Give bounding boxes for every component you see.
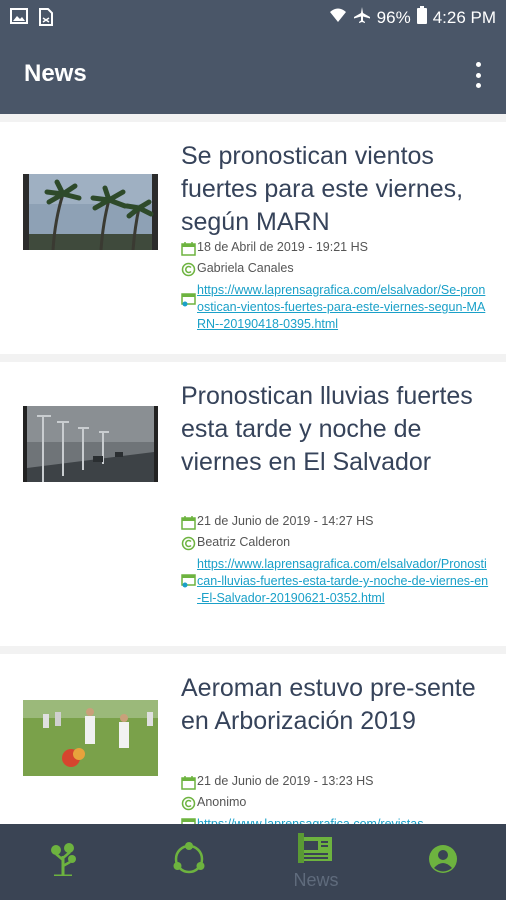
nav-item-account[interactable] — [380, 824, 506, 900]
cycle-icon — [171, 841, 207, 881]
news-date: 21 de Junio de 2019 - 14:27 HS — [197, 514, 374, 528]
web-link-icon — [181, 817, 196, 824]
nav-item-news[interactable]: News — [253, 824, 379, 900]
web-link-icon — [181, 292, 196, 307]
calendar-icon — [181, 515, 196, 530]
link-row: https://www.laprensagrafica.com/revistas — [181, 816, 491, 824]
news-thumbnail[interactable] — [23, 700, 158, 776]
news-headline[interactable]: Pronostican lluvias fuertes esta tarde y… — [181, 380, 491, 479]
copyright-icon — [181, 536, 196, 551]
copyright-icon — [181, 262, 196, 277]
date-row: 21 de Junio de 2019 - 13:23 HS — [181, 774, 491, 790]
link-row: https://www.laprensagrafica.com/elsalvad… — [181, 556, 491, 607]
link-row: https://www.laprensagrafica.com/elsalvad… — [181, 282, 491, 333]
copyright-icon — [181, 796, 196, 811]
nav-item-cycle[interactable] — [126, 824, 252, 900]
battery-percent: 96% — [376, 7, 411, 27]
news-card[interactable]: Aeroman estuvo pre-sente en Arborización… — [0, 654, 506, 824]
news-meta: 21 de Junio de 2019 - 14:27 HS Beatriz C… — [181, 514, 491, 612]
status-bar: 96% 4:26 PM — [0, 0, 506, 36]
page-title: News — [24, 60, 87, 87]
news-author: Anonimo — [197, 795, 247, 809]
overflow-menu-icon[interactable] — [472, 62, 484, 88]
bottom-navigation: News — [0, 824, 506, 900]
news-date: 18 de Abril de 2019 - 19:21 HS — [197, 240, 368, 254]
news-thumbnail[interactable] — [23, 406, 158, 482]
news-list[interactable]: Se pronostican vientos fuertes para este… — [0, 114, 506, 824]
news-meta: 18 de Abril de 2019 - 19:21 HS Gabriela … — [181, 240, 491, 338]
author-row: Gabriela Canales — [181, 261, 491, 277]
tree-icon — [48, 842, 78, 881]
image-notification-icon — [10, 8, 28, 31]
news-headline[interactable]: Se pronostican vientos fuertes para este… — [181, 140, 491, 239]
news-meta: 21 de Junio de 2019 - 13:23 HS Anonimo h… — [181, 774, 491, 824]
news-headline[interactable]: Aeroman estuvo pre-sente en Arborización… — [181, 672, 491, 738]
file-notification-icon — [38, 8, 54, 31]
clock: 4:26 PM — [432, 7, 496, 27]
date-row: 18 de Abril de 2019 - 19:21 HS — [181, 240, 491, 256]
nav-label-news: News — [293, 870, 339, 890]
account-icon — [427, 843, 459, 880]
news-thumbnail[interactable] — [23, 174, 158, 250]
news-link[interactable]: https://www.laprensagrafica.com/elsalvad… — [197, 556, 491, 607]
battery-icon — [416, 6, 427, 29]
author-row: Beatriz Calderon — [181, 535, 491, 551]
news-author: Beatriz Calderon — [197, 535, 291, 549]
author-row: Anonimo — [181, 795, 491, 811]
wifi-icon — [329, 7, 347, 28]
news-date: 21 de Junio de 2019 - 13:23 HS — [197, 774, 374, 788]
web-link-icon — [181, 573, 196, 588]
airplane-icon — [353, 6, 371, 29]
app-bar: News — [0, 36, 506, 114]
date-row: 21 de Junio de 2019 - 14:27 HS — [181, 514, 491, 530]
calendar-icon — [181, 241, 196, 256]
calendar-icon — [181, 775, 196, 790]
news-link[interactable]: https://www.laprensagrafica.com/revistas — [197, 816, 423, 824]
newspaper-icon — [298, 833, 334, 868]
news-card[interactable]: Pronostican lluvias fuertes esta tarde y… — [0, 362, 506, 646]
nav-item-tree[interactable] — [0, 824, 126, 900]
news-link[interactable]: https://www.laprensagrafica.com/elsalvad… — [197, 282, 491, 333]
news-author: Gabriela Canales — [197, 261, 294, 275]
news-card[interactable]: Se pronostican vientos fuertes para este… — [0, 122, 506, 354]
